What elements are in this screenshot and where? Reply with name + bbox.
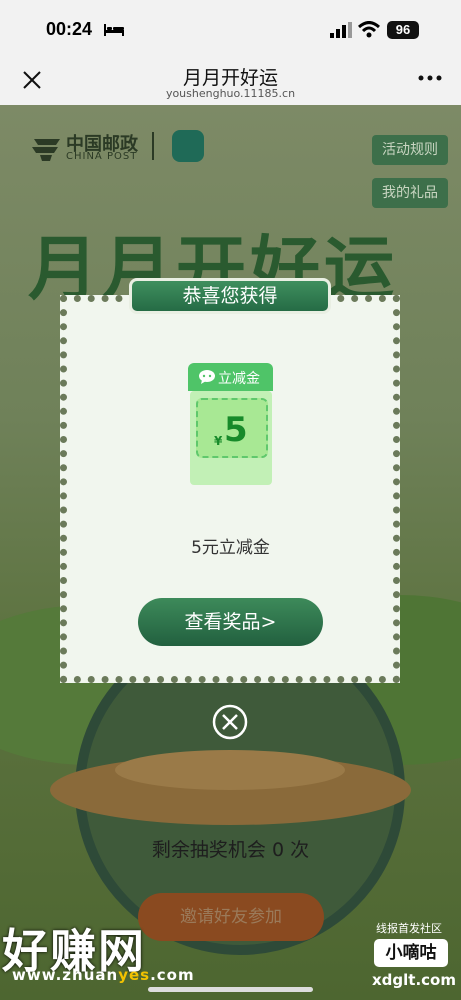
nav-bar: 月月开好运 youshenghuo.11185.cn [0, 60, 461, 105]
status-bar: 00:24 96 [0, 0, 461, 60]
logo-divider [152, 132, 154, 160]
watermark-right-brand: 小嘀咕 [374, 939, 448, 967]
watermark-right-url: xdglt.com [372, 971, 456, 989]
modal-header: 恭喜您获得 [129, 278, 331, 314]
coupon-tag-label: 立减金 [218, 371, 260, 387]
coupon-currency: ¥ [214, 434, 223, 448]
battery-icon: 96 [387, 21, 419, 39]
page-domain: youshenghuo.11185.cn [165, 87, 296, 100]
chat-bubble-icon [199, 370, 215, 384]
page-title: 月月开好运 [182, 67, 278, 89]
china-post-logo-icon [32, 139, 60, 161]
watermark-right-tagline: 线报首发社区 [376, 922, 442, 935]
close-circle-icon[interactable] [212, 704, 248, 740]
home-indicator[interactable] [148, 987, 313, 992]
podium-top [115, 750, 345, 790]
watermark-left-url: www.zhuanyes.com [12, 966, 195, 984]
prize-name: 5元立减金 [191, 538, 270, 558]
remaining-chances-text: 剩余抽奖机会 0 次 [151, 839, 310, 861]
signal-icon [330, 22, 352, 38]
coupon-amount: 5 [224, 410, 248, 450]
app-logo-icon [172, 130, 204, 162]
rules-button[interactable]: 活动规则 [372, 135, 448, 165]
status-time: 00:24 [46, 19, 93, 39]
more-icon[interactable] [418, 74, 442, 82]
view-prize-button[interactable]: 查看奖品> [138, 598, 323, 646]
my-gifts-button[interactable]: 我的礼品 [372, 178, 448, 208]
bed-icon [104, 24, 124, 36]
invite-friends-button[interactable]: 邀请好友参加 [138, 893, 324, 941]
wifi-icon [358, 21, 380, 38]
logo-english-text: CHINA POST [66, 151, 138, 162]
